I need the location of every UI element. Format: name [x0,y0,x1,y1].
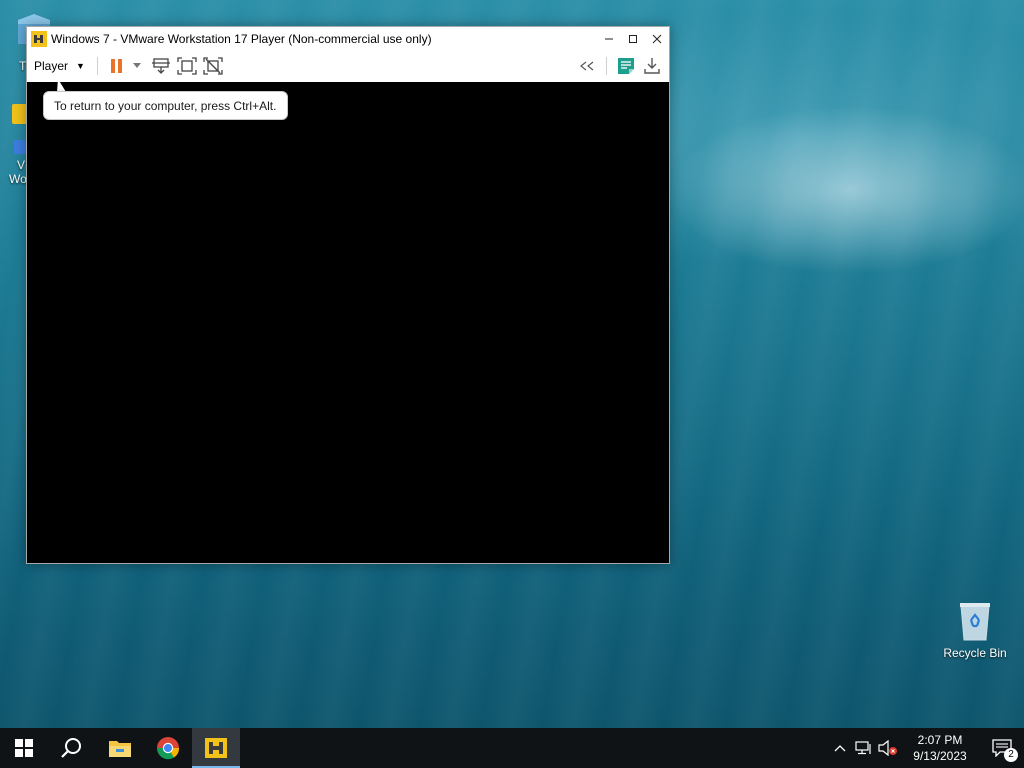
download-icon [644,58,660,74]
clock-date: 9/13/2023 [913,749,967,763]
download-button[interactable] [639,53,665,79]
volume-muted-icon [878,740,897,756]
start-button[interactable] [0,728,48,768]
network-button[interactable] [852,728,876,768]
title-bar[interactable]: Windows 7 - VMware Workstation 17 Player… [27,27,669,51]
vmware-player-icon [205,738,227,758]
unity-icon [203,57,223,75]
window-title: Windows 7 - VMware Workstation 17 Player… [51,32,432,46]
vmware-taskbar-button[interactable] [192,728,240,768]
desktop-icon-label-2: V [17,158,26,172]
close-button[interactable] [645,27,669,51]
tooltip-text: To return to your computer, press Ctrl+A… [54,98,277,113]
player-menu-button[interactable]: Player ▼ [27,53,91,79]
volume-button[interactable] [876,728,900,768]
chevron-down-icon: ▼ [76,61,85,71]
clock[interactable]: 2:07 PM 9/13/2023 [900,732,980,764]
maximize-button[interactable] [621,27,645,51]
clock-time: 2:07 PM [917,733,963,747]
start-icon [15,739,33,757]
vmware-player-icon [31,31,47,47]
chevron-up-icon [834,745,846,752]
notification-count-badge: 2 [1004,748,1018,762]
system-tray: 2:07 PM 9/13/2023 2 [828,728,1024,768]
send-ctrl-alt-del-icon [151,58,170,74]
message-log-icon [618,58,634,74]
message-log-button[interactable] [613,53,639,79]
recycle-bin-icon [957,600,993,642]
action-center-button[interactable]: 2 [980,728,1024,768]
file-explorer-button[interactable] [96,728,144,768]
send-ctrl-alt-del-button[interactable] [148,53,174,79]
search-button[interactable] [48,728,96,768]
minimize-button[interactable] [597,27,621,51]
power-options-dropdown[interactable] [130,53,144,79]
pause-button[interactable] [104,53,130,79]
ctrl-alt-tooltip: To return to your computer, press Ctrl+A… [43,91,288,120]
toolbar-separator [96,57,98,75]
pause-icon [110,59,122,73]
toolbar-right-group [574,53,669,79]
full-screen-button[interactable] [174,53,200,79]
recycle-bin-label: Recycle Bin [943,646,1007,660]
network-icon [855,741,871,755]
taskbar: 2:07 PM 9/13/2023 2 [0,728,1024,768]
toolbar-separator [606,57,607,75]
vm-display[interactable] [27,82,669,563]
chrome-button[interactable] [144,728,192,768]
unity-button[interactable] [200,53,226,79]
full-screen-icon [177,57,197,75]
desktop-icon-label-3: Wo [9,172,27,186]
player-menu-label: Player [34,59,69,73]
show-hidden-icons-button[interactable] [828,728,852,768]
chrome-icon [157,737,180,760]
collapse-toolbar-button[interactable] [574,53,600,79]
file-explorer-icon [109,741,131,757]
collapse-toolbar-icon [580,61,594,71]
recycle-bin[interactable]: Recycle Bin [940,600,1010,660]
toolbar: Player ▼ [27,51,669,81]
search-icon [61,738,81,758]
dropdown-caret-icon [132,63,141,68]
